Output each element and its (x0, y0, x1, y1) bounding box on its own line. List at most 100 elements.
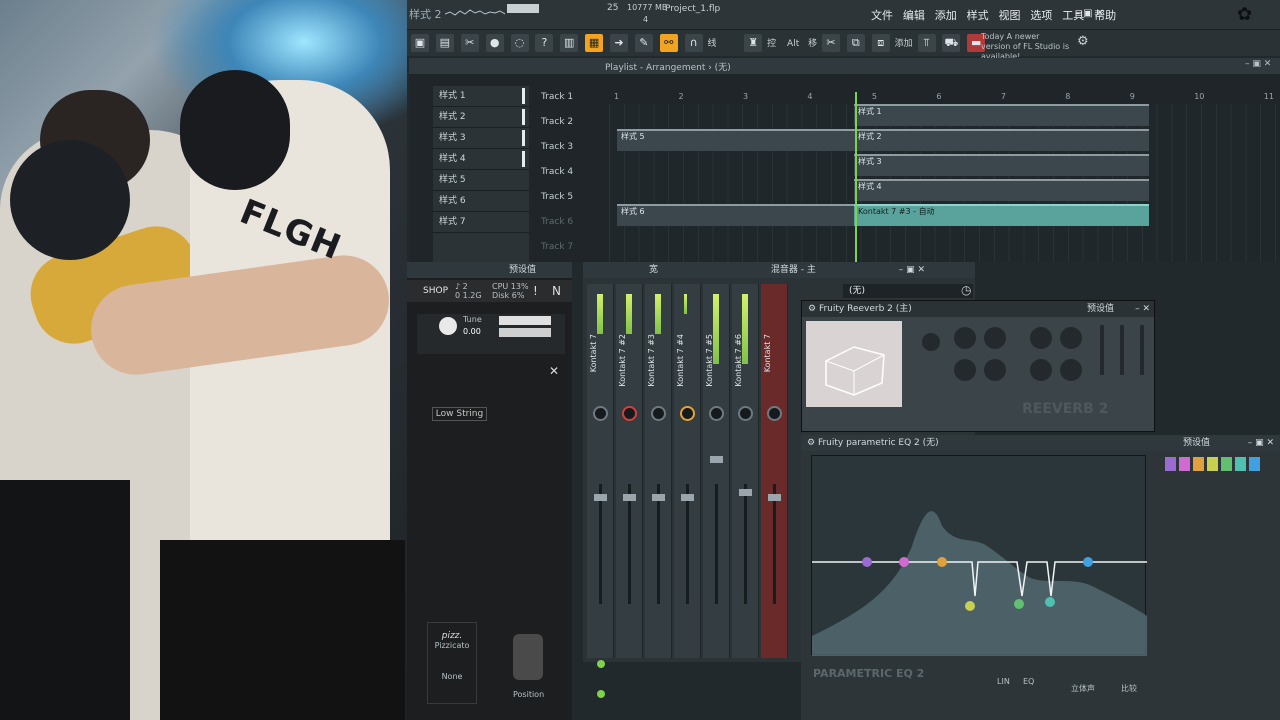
fader-cap[interactable] (739, 489, 752, 496)
playlist-toggle-icon[interactable]: ▦ (585, 34, 604, 52)
playlist-window-controls-icon[interactable]: – ▣ ✕ (1245, 59, 1271, 69)
pattern-item[interactable]: 样式 7 (433, 212, 529, 233)
mixer-window-controls-icon[interactable]: – ▣ ✕ (899, 265, 925, 275)
mixer-strip[interactable]: Kontakt 7 (587, 284, 614, 658)
pattern-item[interactable]: 样式 4 (433, 149, 529, 170)
menu-patterns[interactable]: 样式 (967, 9, 989, 22)
arrangement-grid[interactable]: 样式 1 样式 5 样式 2 样式 3 样式 4 样式 6 Kontakt 7 … (609, 92, 1280, 262)
mixer-strip[interactable]: Kontakt 7 #4 (674, 284, 701, 658)
track-header[interactable]: Track 1 (539, 86, 609, 111)
tune-value[interactable]: 0.00 (463, 327, 481, 336)
track-led-icon[interactable] (597, 660, 605, 668)
mixer-strip[interactable]: Kontakt 7 #5 (703, 284, 730, 658)
pan-knob[interactable] (593, 406, 608, 421)
snap-label[interactable]: 线 (708, 39, 717, 49)
pattern-item[interactable]: 样式 1 (433, 86, 529, 107)
alt-label[interactable]: Alt (787, 39, 799, 49)
track-header[interactable]: Track 6 (539, 211, 609, 236)
reverb-knob[interactable] (954, 327, 976, 349)
playlist-clip[interactable]: 样式 6 (617, 204, 857, 226)
tempo-display[interactable] (507, 4, 539, 13)
pan-knob[interactable] (709, 406, 724, 421)
track-header[interactable]: Track 4 (539, 161, 609, 186)
pattern-item[interactable]: 样式 5 (433, 170, 529, 191)
mixer-strip[interactable]: Kontakt 7 #2 (616, 284, 643, 658)
control-label[interactable]: 控 (767, 39, 776, 49)
articulation-selector[interactable]: Low String (432, 407, 487, 421)
reverb-knob[interactable] (922, 333, 940, 351)
playlist-clip[interactable]: 样式 3 (854, 154, 1149, 176)
plug-icon[interactable]: ⫪ (917, 34, 936, 52)
fader-cap[interactable] (652, 494, 665, 501)
eq-band-button[interactable] (1235, 457, 1246, 471)
eq-band-button[interactable] (1221, 457, 1232, 471)
eq-gear-icon[interactable]: ⚙ (807, 438, 815, 448)
mic-icon[interactable]: ● (485, 34, 504, 52)
reverb-slider[interactable] (1140, 325, 1144, 375)
playlist-clip[interactable]: 样式 4 (854, 179, 1149, 201)
track-led-icon[interactable] (597, 690, 605, 698)
reverb-window-controls-icon[interactable]: – ✕ (1135, 301, 1150, 317)
eq-window-controls-icon[interactable]: – ▣ ✕ (1248, 435, 1274, 451)
timeline-ruler[interactable]: 1 2 3 4 5 6 7 8 9 10 11 (614, 92, 1274, 102)
reverb-knob[interactable] (1030, 359, 1052, 381)
save-as-icon[interactable]: ▤ (435, 34, 454, 52)
fl-fruit-logo-icon[interactable]: ✿ (1237, 4, 1252, 25)
eq-mode-button[interactable]: EQ (1023, 677, 1034, 686)
tune-knob[interactable] (439, 317, 457, 335)
pan-slider[interactable] (499, 328, 551, 337)
fader-cap[interactable] (710, 456, 723, 463)
fader-cap[interactable] (594, 494, 607, 501)
piano-roll-icon[interactable]: ▥ (560, 34, 579, 52)
ni-logo-icon[interactable]: N (552, 284, 561, 298)
playlist-clip[interactable]: 样式 5 (617, 129, 857, 151)
menu-edit[interactable]: 编辑 (903, 9, 925, 22)
none-label[interactable]: None (428, 672, 476, 681)
eq-band-button[interactable] (1179, 457, 1190, 471)
pattern-item[interactable]: 样式 3 (433, 128, 529, 149)
pattern-item[interactable]: 样式 2 (433, 107, 529, 128)
cart-icon[interactable]: ⛟ (942, 34, 961, 52)
pattern-item[interactable]: 样式 6 (433, 191, 529, 212)
add-label[interactable]: 添加 (895, 39, 913, 49)
track-header[interactable]: Track 5 (539, 186, 609, 211)
position-slider-knob[interactable] (513, 634, 543, 680)
playhead[interactable] (855, 92, 857, 262)
menu-view[interactable]: 视图 (999, 9, 1021, 22)
mixer-strip[interactable]: Kontakt 7 (761, 284, 788, 658)
eq-band-button[interactable] (1193, 457, 1204, 471)
kontakt-preset-label[interactable]: 预设值 (509, 265, 536, 275)
mixer-preset-select[interactable]: (无) (843, 284, 973, 298)
mixer-tab[interactable]: 宽 (649, 265, 658, 275)
reverb-preset-label[interactable]: 预设值 (1087, 301, 1114, 317)
paste-icon[interactable]: ⧈ (871, 34, 890, 52)
reverb-knob[interactable] (1030, 327, 1052, 349)
eq-graph[interactable] (811, 455, 1147, 656)
update-gear-icon[interactable]: ⚙ (1077, 34, 1089, 49)
track-header[interactable]: Track 3 (539, 136, 609, 161)
playlist-clip[interactable]: 样式 2 (854, 129, 1149, 151)
reverb-knob[interactable] (1060, 327, 1082, 349)
arrow-right-icon[interactable]: ➜ (610, 34, 628, 52)
cut-icon[interactable]: ✂ (460, 34, 479, 52)
playlist-clip[interactable]: 样式 1 (854, 104, 1149, 126)
eq-compare-label[interactable]: 比较 (1121, 683, 1137, 694)
save-icon[interactable]: ▣ (411, 34, 429, 52)
mixer-strip[interactable]: Kontakt 7 #3 (645, 284, 672, 658)
scissors-icon[interactable]: ✂ (821, 34, 840, 52)
pan-knob[interactable] (738, 406, 753, 421)
pencil-icon[interactable]: ✎ (634, 34, 653, 52)
fader-cap[interactable] (681, 494, 694, 501)
pan-knob[interactable] (651, 406, 666, 421)
shop-button[interactable]: SHOP (423, 286, 448, 296)
eq-lin-button[interactable]: LIN (997, 677, 1010, 686)
eq-preset-label[interactable]: 预设值 (1183, 435, 1210, 451)
magnet-icon[interactable]: ∩ (684, 34, 703, 52)
pan-knob[interactable] (622, 406, 637, 421)
menu-file[interactable]: 文件 (871, 9, 893, 22)
reverb-gear-icon[interactable]: ⚙ (808, 304, 816, 314)
reverb-knob[interactable] (984, 327, 1006, 349)
pan-knob[interactable] (767, 406, 782, 421)
reverb-slider[interactable] (1100, 325, 1104, 375)
window-controls-icon[interactable]: – ▣ ✕ (1075, 8, 1104, 19)
